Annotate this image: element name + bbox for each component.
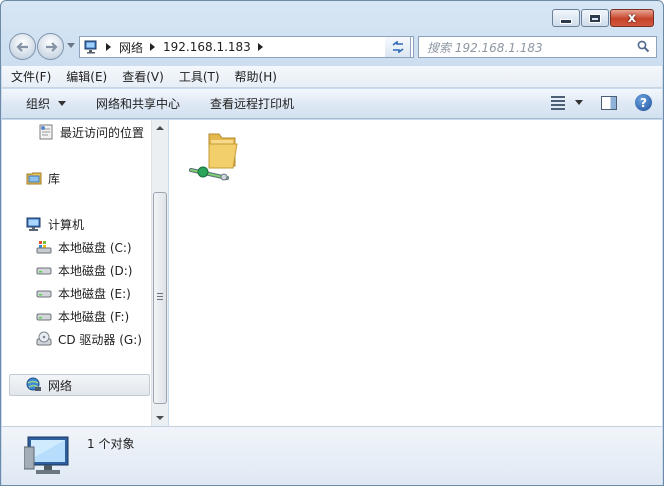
sidebar-item-label: 计算机 [48, 217, 85, 232]
object-count: 1 个对象 [87, 437, 135, 451]
scrollbar-thumb[interactable] [153, 192, 167, 404]
minimize-button[interactable] [552, 9, 580, 27]
sidebar-item-computer[interactable]: 计算机 [2, 213, 150, 235]
navigation-scrollbar[interactable] [151, 120, 168, 426]
file-list[interactable] [169, 120, 662, 426]
search-icon[interactable] [637, 40, 650, 53]
network-folder-icon [84, 40, 97, 54]
view-printers-label: 查看远程打印机 [210, 97, 295, 111]
sidebar-item-library[interactable]: 库 [2, 167, 150, 189]
shared-folder-icon [189, 133, 238, 181]
breadcrumb-host[interactable]: 192.168.1.183 [163, 40, 251, 54]
minimize-icon [560, 18, 572, 24]
navigation-pane: 最近访问的位置 库 计算机 本地磁盘 (C:) 本地磁盘 (D:) 本地磁盘 (… [2, 120, 151, 426]
sidebar-item-label: 本地磁盘 (C:) [58, 240, 132, 255]
navigation-bar: 网络 192.168.1.183 搜索 192.168.1.183 [9, 33, 657, 60]
preview-pane-icon[interactable] [601, 95, 617, 110]
explorer-window: x 网络 192.168.1.183 搜索 192.168.1.183 文件(F… [0, 0, 664, 486]
sidebar-item-label: CD 驱动器 (G:) [58, 332, 142, 347]
network-center-label: 网络和共享中心 [96, 97, 181, 111]
sidebar-item-label: 网络 [48, 378, 73, 393]
sidebar-item-drive-e[interactable]: 本地磁盘 (E:) [2, 282, 150, 304]
chevron-up-icon [156, 126, 164, 130]
change-view-icon[interactable] [551, 95, 565, 110]
computer-icon [26, 217, 41, 231]
scroll-down-button[interactable] [152, 410, 168, 426]
shared-folder-item[interactable] [187, 126, 257, 186]
library-icon [26, 172, 42, 185]
menu-view[interactable]: 查看(V) [122, 68, 164, 85]
drive-icon [36, 290, 52, 298]
sidebar-item-drive-d[interactable]: 本地磁盘 (D:) [2, 259, 150, 281]
details-pane: 1 个对象 [2, 426, 662, 485]
view-printers-button[interactable]: 查看远程打印机 [210, 95, 294, 112]
sidebar-item-label: 本地磁盘 (F:) [58, 309, 130, 324]
help-icon[interactable]: ? [635, 94, 652, 111]
organize-button[interactable]: 组织 [26, 95, 67, 112]
scroll-up-button[interactable] [152, 120, 168, 136]
menu-file[interactable]: 文件(F) [11, 68, 51, 85]
recent-places-icon [39, 124, 53, 140]
help-glyph: ? [640, 95, 647, 110]
caption-buttons: x [551, 9, 654, 27]
sidebar-item-label: 本地磁盘 (D:) [58, 263, 133, 278]
chevron-down-icon[interactable] [575, 100, 583, 105]
network-center-button[interactable]: 网络和共享中心 [96, 95, 180, 112]
sidebar-item-network[interactable]: 网络 [9, 374, 150, 396]
breadcrumb-separator-icon[interactable] [106, 43, 111, 51]
drive-icon [36, 313, 52, 321]
search-input[interactable]: 搜索 192.168.1.183 [418, 36, 657, 58]
network-icon [26, 377, 41, 391]
sidebar-item-cd-drive[interactable]: CD 驱动器 (G:) [2, 328, 150, 350]
breadcrumb-separator-icon[interactable] [150, 43, 156, 51]
back-button[interactable] [9, 33, 36, 60]
maximize-icon [589, 13, 601, 23]
address-bar[interactable]: 网络 192.168.1.183 [79, 36, 414, 58]
search-placeholder: 搜索 192.168.1.183 [427, 40, 543, 55]
sidebar-item-label: 最近访问的位置 [60, 125, 145, 140]
back-arrow-icon [15, 41, 28, 52]
close-button[interactable]: x [610, 9, 654, 27]
sidebar-item-label: 库 [48, 171, 61, 186]
sidebar-item-recent-places[interactable]: 最近访问的位置 [2, 121, 150, 143]
system-drive-icon [36, 241, 52, 254]
menu-help[interactable]: 帮助(H) [235, 68, 277, 85]
command-bar: 组织 网络和共享中心 查看远程打印机 ? [2, 89, 662, 119]
menu-edit[interactable]: 编辑(E) [66, 68, 107, 85]
cd-drive-icon [36, 331, 52, 346]
sidebar-item-label: 本地磁盘 (E:) [58, 286, 131, 301]
command-bar-right: ? [551, 94, 652, 111]
breadcrumb-network[interactable]: 网络 [119, 39, 143, 56]
grip-icon [157, 293, 163, 300]
menu-bar: 文件(F) 编辑(E) 查看(V) 工具(T) 帮助(H) [2, 66, 662, 88]
sidebar-item-drive-c[interactable]: 本地磁盘 (C:) [2, 236, 150, 258]
forward-arrow-icon [45, 41, 58, 52]
sidebar-item-drive-f[interactable]: 本地磁盘 (F:) [2, 305, 150, 327]
breadcrumb-separator-icon[interactable] [257, 43, 263, 51]
network-computer-icon [24, 436, 69, 474]
forward-button[interactable] [37, 33, 64, 60]
refresh-icon [392, 41, 403, 53]
drive-icon [36, 267, 52, 275]
recent-pages-dropdown[interactable] [67, 43, 75, 48]
maximize-button[interactable] [581, 9, 609, 27]
chevron-down-icon [58, 101, 67, 106]
close-icon: x [627, 10, 637, 26]
chevron-down-icon [156, 416, 164, 420]
organize-label: 组织 [26, 97, 51, 111]
menu-tools[interactable]: 工具(T) [179, 68, 220, 85]
refresh-button[interactable] [385, 36, 411, 58]
